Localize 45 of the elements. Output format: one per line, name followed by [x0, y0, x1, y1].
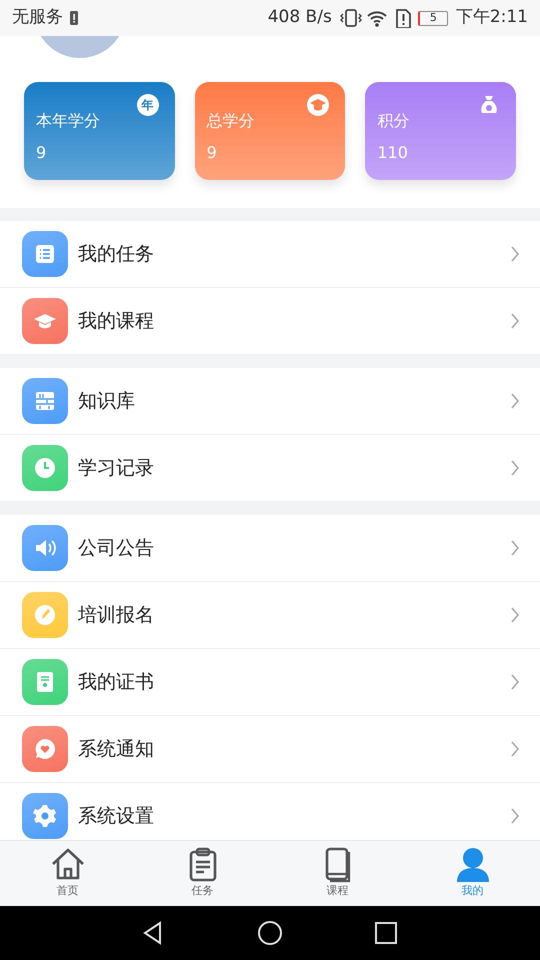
- menu-label: 公司公告: [78, 536, 155, 561]
- menu-label: 我的课程: [78, 308, 155, 334]
- chevron-right-icon: [510, 245, 520, 263]
- carrier-text: 无服务: [12, 6, 63, 30]
- clock-text: 下午2:11: [456, 6, 528, 30]
- network-speed-text: 408 B/s: [268, 6, 332, 30]
- chevron-right-icon: [510, 807, 520, 825]
- heart-chat-icon: [33, 737, 57, 761]
- stat-label: 积分: [377, 110, 410, 132]
- vibrate-icon: [340, 8, 362, 28]
- graduation-cap-icon: [307, 94, 330, 116]
- chevron-right-icon: [510, 539, 520, 557]
- chevron-right-icon: [510, 740, 520, 758]
- clock-icon: [33, 456, 57, 480]
- checklist-icon: [33, 242, 57, 266]
- recents-icon[interactable]: [373, 920, 399, 946]
- bookshelf-icon: [33, 389, 57, 413]
- menu-label: 系统设置: [78, 804, 155, 829]
- menu-label: 我的任务: [78, 242, 155, 267]
- chevron-right-icon: [510, 392, 520, 410]
- sim-icon: [69, 10, 79, 26]
- stat-value: 9: [206, 142, 217, 164]
- stat-label: 总学分: [206, 110, 255, 132]
- stat-label: 本年学分: [36, 110, 100, 132]
- menu-label: 我的证书: [78, 670, 155, 695]
- settings-icon: [33, 804, 57, 828]
- chevron-right-icon: [510, 673, 520, 691]
- stat-value: 9: [36, 142, 46, 164]
- stat-card[interactable]: 本年学分 9 年: [24, 82, 175, 180]
- tab-item[interactable]: 首页: [0, 841, 135, 906]
- home-button-icon[interactable]: [257, 920, 283, 946]
- menu-label: 学习记录: [78, 456, 155, 481]
- battery-icon: 5: [418, 10, 448, 26]
- stat-value: 110: [377, 142, 408, 164]
- tab-item[interactable]: 任务: [135, 841, 270, 906]
- chevron-right-icon: [510, 312, 520, 330]
- chevron-right-icon: [510, 606, 520, 624]
- menu-label: 知识库: [78, 388, 136, 414]
- tab-item[interactable]: 课程: [270, 841, 405, 906]
- chevron-right-icon: [510, 459, 520, 477]
- menu-label: 培训报名: [78, 602, 155, 628]
- pencil-icon: [33, 603, 57, 627]
- person-icon: [454, 847, 490, 884]
- menu-label: 系统通知: [78, 736, 155, 762]
- year-badge: 年: [136, 94, 159, 116]
